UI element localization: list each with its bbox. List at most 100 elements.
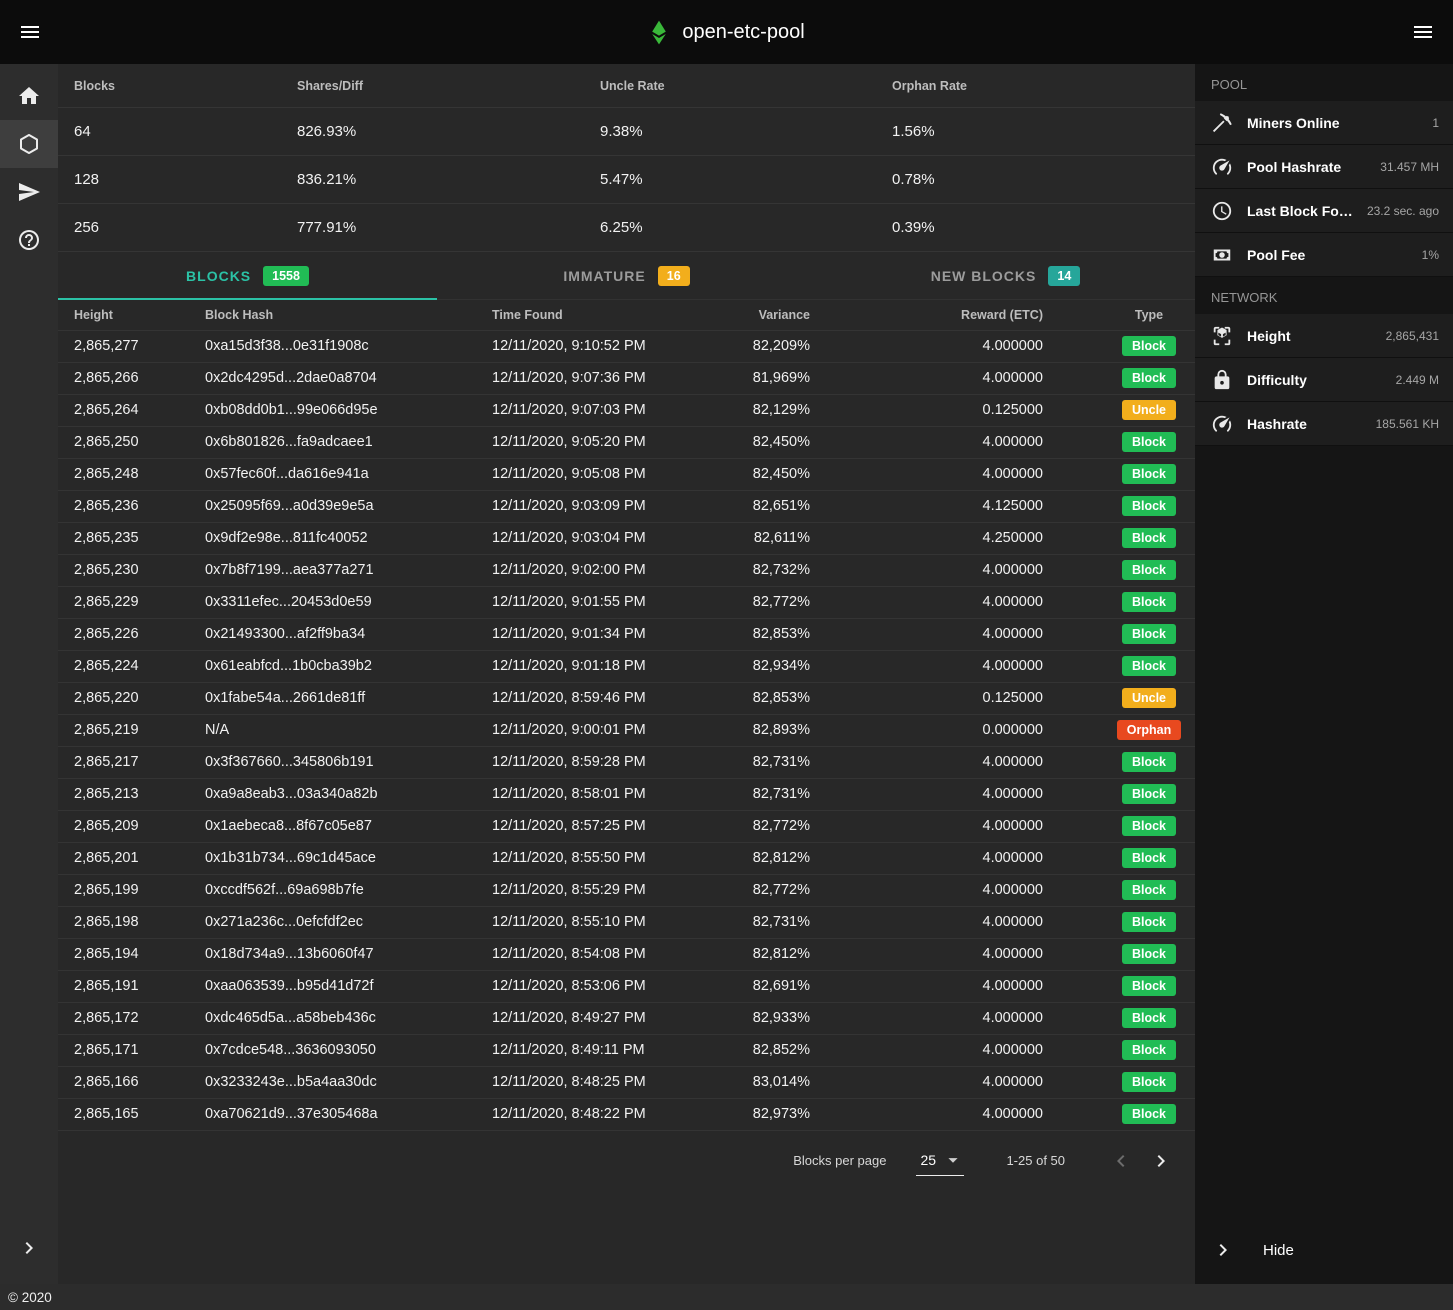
tab-count-badge: 1558 xyxy=(263,266,309,286)
block-height: 2,865,236 xyxy=(58,490,205,522)
stats-value: 64 xyxy=(58,123,281,140)
left-nav xyxy=(0,64,58,1284)
block-height: 2,865,165 xyxy=(58,1098,205,1130)
stat-value: 1% xyxy=(1422,248,1439,262)
stat-label: Difficulty xyxy=(1247,372,1382,388)
stat-pool-fee: Pool Fee1% xyxy=(1195,233,1453,277)
prev-page-button[interactable] xyxy=(1101,1141,1141,1181)
stats-row: 64826.93%9.38%1.56% xyxy=(58,108,1195,156)
block-hash: 0x57fec60f...da616e941a xyxy=(205,458,492,490)
pool-stats-sidebar: POOLMiners Online1Pool Hashrate31.457 MH… xyxy=(1195,64,1453,1284)
stat-height: Height 2,865,431 xyxy=(1195,314,1453,358)
nav-item-home[interactable] xyxy=(0,72,58,120)
block-row: 2,865,1710x7cdce548...363609305012/11/20… xyxy=(58,1034,1195,1066)
block-type-cell: Block xyxy=(1043,330,1195,362)
block-type-cell: Block xyxy=(1043,746,1195,778)
rows-per-page-select[interactable]: 25 xyxy=(916,1146,964,1176)
help-icon xyxy=(17,228,41,252)
block-row: 2,865,2500x6b801826...fa9adcaee112/11/20… xyxy=(58,426,1195,458)
block-type-badge: Block xyxy=(1122,592,1176,612)
block-reward: 4.000000 xyxy=(810,874,1043,906)
block-type-cell: Block xyxy=(1043,1034,1195,1066)
block-height: 2,865,220 xyxy=(58,682,205,714)
block-reward: 4.250000 xyxy=(810,522,1043,554)
block-variance: 82,611% xyxy=(745,522,810,554)
block-row: 2,865,2130xa9a8eab3...03a340a82b12/11/20… xyxy=(58,778,1195,810)
block-variance: 82,450% xyxy=(745,426,810,458)
col-header-block-hash: Block Hash xyxy=(205,300,492,330)
block-reward: 4.000000 xyxy=(810,1098,1043,1130)
nav-item-blocks[interactable] xyxy=(0,120,58,168)
stat-value: 2,865,431 xyxy=(1386,329,1439,343)
block-time: 12/11/2020, 8:49:11 PM xyxy=(492,1034,745,1066)
col-header-time-found: Time Found xyxy=(492,300,745,330)
block-type-badge: Block xyxy=(1122,752,1176,772)
block-time: 12/11/2020, 8:59:46 PM xyxy=(492,682,745,714)
block-height: 2,865,198 xyxy=(58,906,205,938)
block-type-badge: Block xyxy=(1122,880,1176,900)
block-variance: 82,853% xyxy=(745,618,810,650)
block-hash: 0x21493300...af2ff9ba34 xyxy=(205,618,492,650)
block-height: 2,865,266 xyxy=(58,362,205,394)
block-hash: 0xa9a8eab3...03a340a82b xyxy=(205,778,492,810)
chevron-right-icon xyxy=(17,1236,41,1260)
stats-row: 128836.21%5.47%0.78% xyxy=(58,156,1195,204)
block-type-badge: Block xyxy=(1122,1040,1176,1060)
home-icon xyxy=(17,84,41,108)
nav-item-help[interactable] xyxy=(0,216,58,264)
block-type-badge: Orphan xyxy=(1117,720,1181,740)
tab-blocks[interactable]: BLOCKS1558 xyxy=(58,252,437,299)
nav-expand-button[interactable] xyxy=(0,1224,58,1272)
stat-difficulty: Difficulty2.449 M xyxy=(1195,358,1453,402)
block-reward: 4.000000 xyxy=(810,778,1043,810)
stat-value: 31.457 MH xyxy=(1380,160,1439,174)
block-type-cell: Block xyxy=(1043,778,1195,810)
block-row: 2,865,1990xccdf562f...69a698b7fe12/11/20… xyxy=(58,874,1195,906)
block-type-badge: Block xyxy=(1122,624,1176,644)
sidebar-hide-button[interactable]: Hide xyxy=(1195,1226,1453,1284)
chevron-right-icon xyxy=(1149,1149,1173,1173)
nav-item-payments[interactable] xyxy=(0,168,58,216)
block-type-badge: Block xyxy=(1122,784,1176,804)
block-variance: 82,772% xyxy=(745,810,810,842)
clock-icon xyxy=(1211,200,1233,222)
stats-row: 256777.91%6.25%0.39% xyxy=(58,204,1195,252)
block-variance: 82,691% xyxy=(745,970,810,1002)
main-content: BlocksShares/DiffUncle RateOrphan Rate64… xyxy=(58,64,1195,1284)
block-variance: 82,209% xyxy=(745,330,810,362)
col-header-variance: Variance xyxy=(745,300,810,330)
tab-count-badge: 14 xyxy=(1048,266,1080,286)
tab-immature[interactable]: IMMATURE16 xyxy=(437,252,816,299)
left-menu-button[interactable] xyxy=(6,8,54,56)
next-page-button[interactable] xyxy=(1141,1141,1181,1181)
stats-header-shares-diff: Shares/Diff xyxy=(281,79,584,93)
block-hash: 0x9df2e98e...811fc40052 xyxy=(205,522,492,554)
block-time: 12/11/2020, 9:03:09 PM xyxy=(492,490,745,522)
block-type-badge: Block xyxy=(1122,816,1176,836)
block-reward: 4.000000 xyxy=(810,618,1043,650)
block-type-badge: Block xyxy=(1122,528,1176,548)
block-row: 2,865,219N/A12/11/2020, 9:00:01 PM82,893… xyxy=(58,714,1195,746)
block-height: 2,865,171 xyxy=(58,1034,205,1066)
block-row: 2,865,2240x61eabfcd...1b0cba39b212/11/20… xyxy=(58,650,1195,682)
block-hash: 0xa15d3f38...0e31f1908c xyxy=(205,330,492,362)
block-reward: 4.000000 xyxy=(810,458,1043,490)
block-height: 2,865,224 xyxy=(58,650,205,682)
block-row: 2,865,1980x271a236c...0efcfdf2ec12/11/20… xyxy=(58,906,1195,938)
block-type-badge: Block xyxy=(1122,464,1176,484)
block-type-cell: Block xyxy=(1043,842,1195,874)
right-menu-button[interactable] xyxy=(1399,8,1447,56)
brand: open-etc-pool xyxy=(648,19,804,46)
tab-new-blocks[interactable]: NEW BLOCKS14 xyxy=(816,252,1195,299)
block-reward: 4.000000 xyxy=(810,426,1043,458)
block-hash: 0xaa063539...b95d41d72f xyxy=(205,970,492,1002)
stat-hashrate: Hashrate185.561 KH xyxy=(1195,402,1453,446)
block-time: 12/11/2020, 9:05:20 PM xyxy=(492,426,745,458)
block-reward: 4.000000 xyxy=(810,650,1043,682)
block-row: 2,865,2200x1fabe54a...2661de81ff12/11/20… xyxy=(58,682,1195,714)
section-title-network: NETWORK xyxy=(1195,277,1453,314)
stat-last-block-fo: Last Block Fo…23.2 sec. ago xyxy=(1195,189,1453,233)
block-height: 2,865,248 xyxy=(58,458,205,490)
body-row: BlocksShares/DiffUncle RateOrphan Rate64… xyxy=(0,64,1453,1284)
stat-label: Height xyxy=(1247,328,1372,344)
